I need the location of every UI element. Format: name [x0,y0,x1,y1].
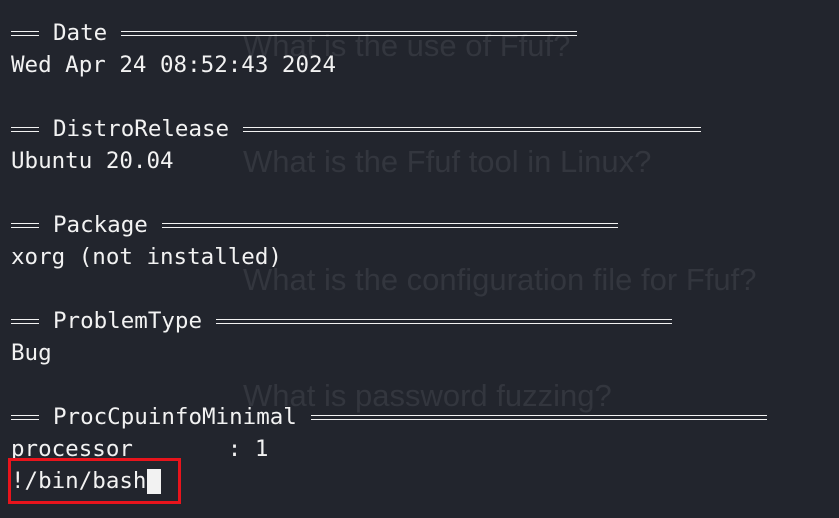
section-header-date: Date [11,18,578,48]
section-value-date: Wed Apr 24 08:52:43 2024 [11,52,337,78]
rule-divider [11,318,39,324]
section-header-package: Package [11,210,618,240]
section-title: ProblemType [53,308,203,334]
watermark-text: What is the Ffuf tool in Linux? [243,144,652,179]
section-value-distro-release: Ubuntu 20.04 [11,148,174,174]
section-title: DistroRelease [53,116,230,142]
rule-divider [243,126,702,132]
rule-divider [11,414,39,420]
section-value-problem-type: Bug [11,340,52,366]
section-title: ProcCpuinfoMinimal [53,404,297,430]
section-title: Package [53,212,148,238]
rule-divider [310,414,767,420]
terminal-window[interactable]: What is the use of Ffuf? What is the Ffu… [0,0,839,518]
section-header-proc-cpuinfo-minimal: ProcCpuinfoMinimal [11,402,767,432]
section-title: Date [53,20,108,46]
watermark-text: What is the configuration file for Ffuf? [243,262,757,297]
rule-divider [161,222,618,228]
highlight-box [8,458,181,504]
section-value-package: xorg (not installed) [11,244,282,270]
rule-divider [11,30,39,36]
rule-divider [216,318,673,324]
rule-divider [121,30,578,36]
rule-divider [11,126,39,132]
rule-divider [11,222,39,228]
section-header-problem-type: ProblemType [11,306,673,336]
section-header-distro-release: DistroRelease [11,114,702,144]
